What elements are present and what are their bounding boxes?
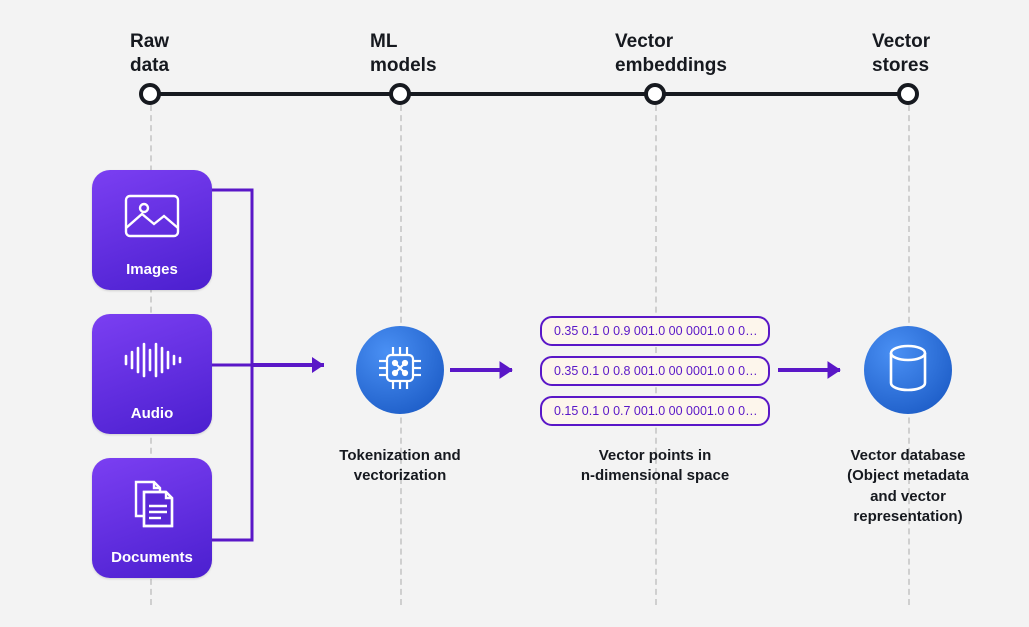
caption-line: vectorization [354, 467, 447, 484]
raw-card-label: Documents [111, 549, 193, 566]
database-icon [886, 344, 930, 397]
stage-label-line: ML [370, 31, 397, 52]
caption-line: and vector [870, 488, 946, 505]
connector-bracket [212, 170, 352, 580]
stage-label-ml: ML models [370, 30, 437, 78]
timeline-node-raw [139, 83, 161, 105]
caption-line: Vector database [850, 447, 965, 464]
audio-icon [92, 314, 212, 405]
stage-label-line: models [370, 55, 437, 76]
embed-caption: Vector points in n-dimensional space [575, 446, 735, 487]
timeline-line [148, 92, 908, 96]
stage-label-line: embeddings [615, 55, 727, 76]
ml-caption: Tokenization and vectorization [330, 446, 470, 487]
stage-label-store: Vector stores [872, 30, 930, 78]
raw-card-audio: Audio [92, 314, 212, 434]
timeline-node-embed [644, 83, 666, 105]
arrow-ml-to-vectors [450, 358, 530, 382]
caption-line: representation) [853, 508, 962, 525]
store-caption: Vector database (Object metadata and vec… [828, 446, 988, 527]
vector-pill: 0.15 0.1 0 0.7 001.0 00 0001.0 0 0… [540, 396, 770, 426]
vector-db-node [864, 326, 952, 414]
vector-pill: 0.35 0.1 0 0.9 001.0 00 0001.0 0 0… [540, 316, 770, 346]
timeline-node-ml [389, 83, 411, 105]
vector-embeddings-column: 0.35 0.1 0 0.9 001.0 00 0001.0 0 0… 0.35… [540, 316, 770, 426]
ai-chip-icon [375, 343, 425, 398]
caption-line: Vector points in [599, 447, 712, 464]
stage-label-line: stores [872, 55, 929, 76]
vector-pill: 0.35 0.1 0 0.8 001.0 00 0001.0 0 0… [540, 356, 770, 386]
stage-label-raw: Raw data [130, 30, 169, 78]
caption-line: n-dimensional space [581, 467, 729, 484]
raw-card-label: Audio [131, 405, 174, 422]
raw-card-images: Images [92, 170, 212, 290]
ml-model-node [356, 326, 444, 414]
timeline-node-store [897, 83, 919, 105]
stage-label-line: data [130, 55, 169, 76]
caption-line: (Object metadata [847, 467, 969, 484]
caption-line: Tokenization and [339, 447, 460, 464]
raw-card-label: Images [126, 261, 178, 278]
stage-label-line: Raw [130, 31, 169, 52]
raw-card-documents: Documents [92, 458, 212, 578]
stage-label-line: Vector [615, 31, 673, 52]
images-icon [92, 170, 212, 261]
diagram-root: Raw data ML models Vector embeddings Vec… [0, 0, 1029, 627]
raw-data-column: Images Audio [92, 170, 212, 602]
stage-label-embed: Vector embeddings [615, 30, 727, 78]
arrow-vectors-to-db [778, 358, 858, 382]
stage-label-line: Vector [872, 31, 930, 52]
documents-icon [92, 458, 212, 549]
